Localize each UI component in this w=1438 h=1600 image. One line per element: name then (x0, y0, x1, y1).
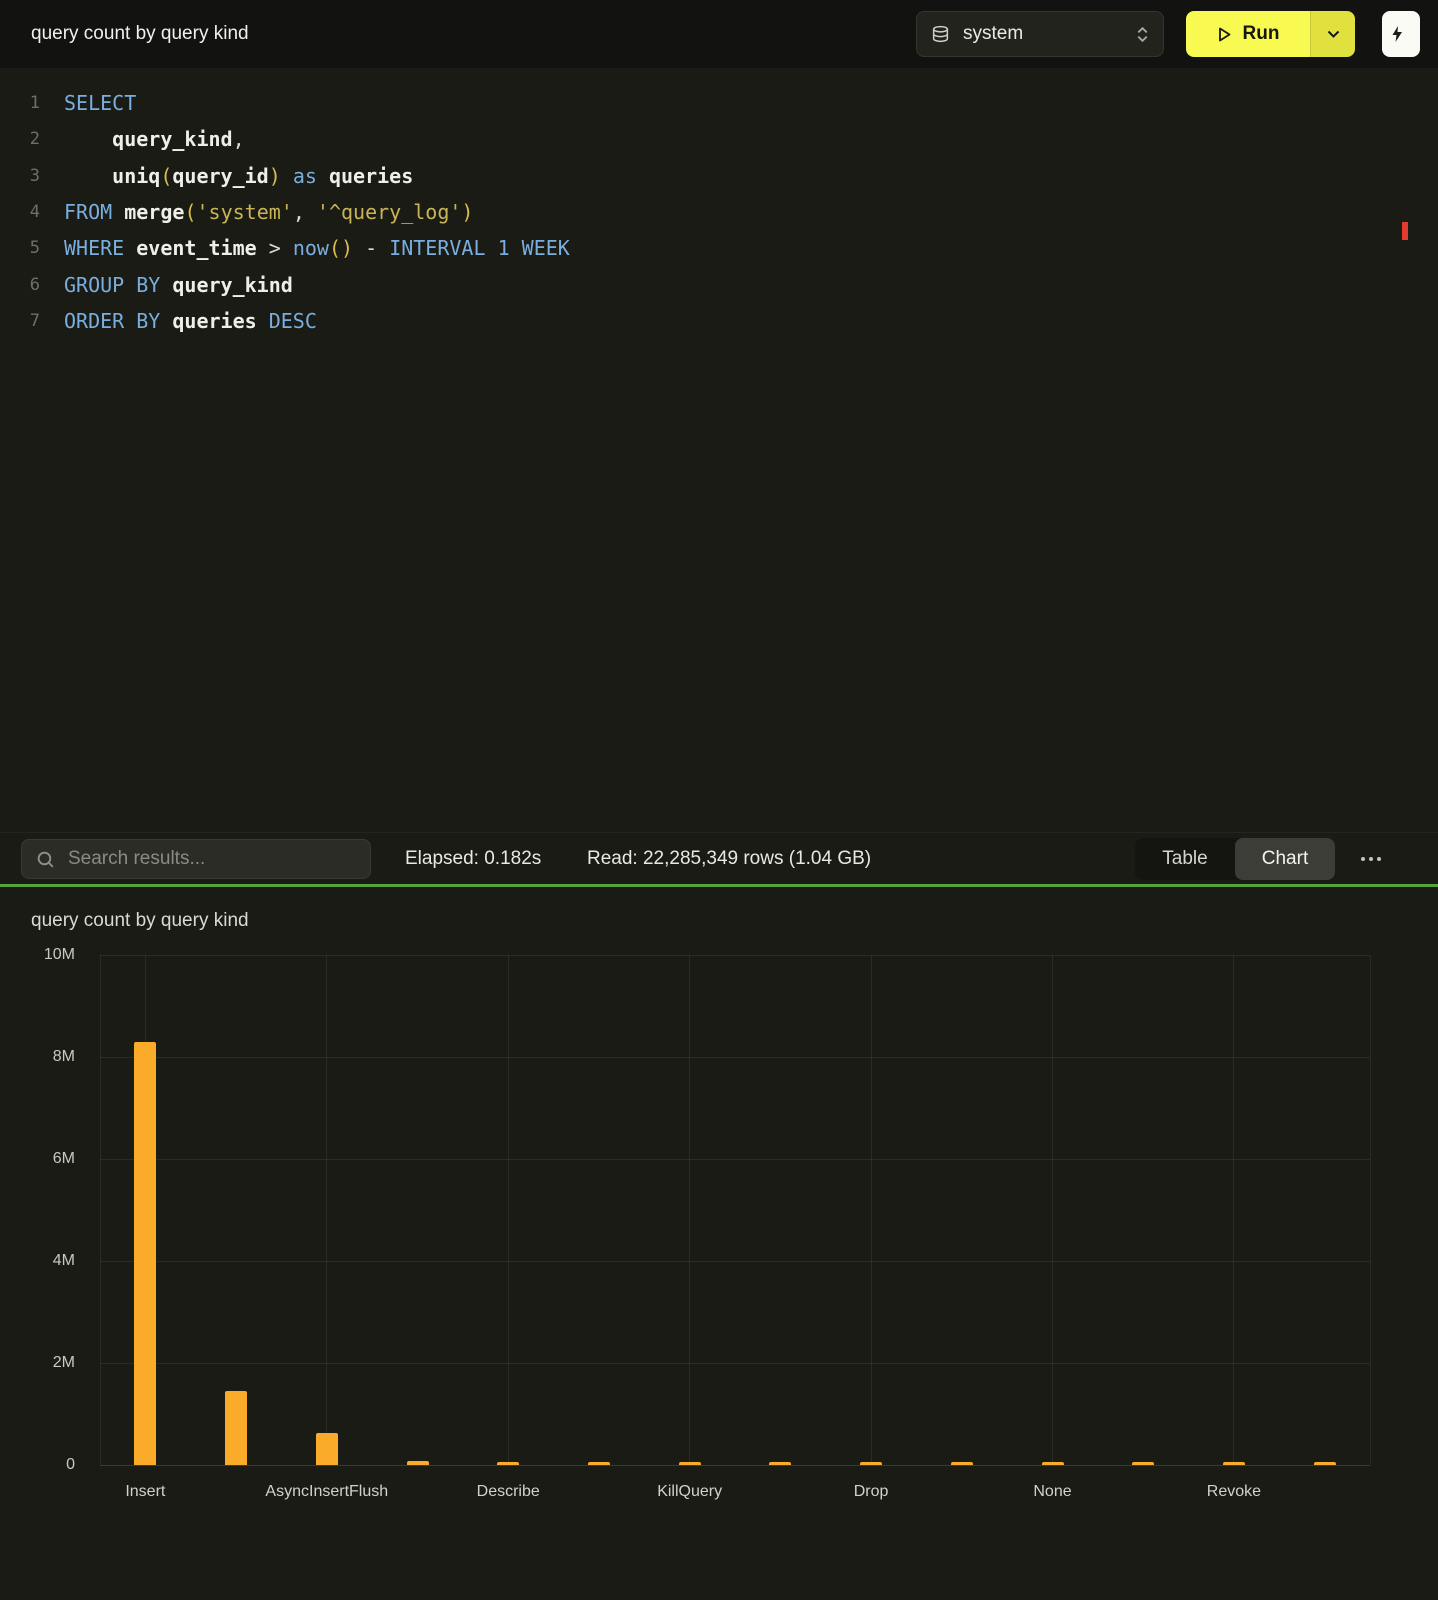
chart-bar (951, 1462, 973, 1465)
x-tick-label: None (1033, 1483, 1071, 1501)
database-icon (931, 25, 950, 44)
query-tab-title: query count by query kind (31, 0, 249, 68)
database-selector-value: system (963, 23, 1123, 45)
x-tick-label: KillQuery (657, 1483, 722, 1501)
gridline-v (326, 955, 327, 1465)
chart-bar (497, 1462, 519, 1465)
code-line: 3 uniq(query_id) as queries (0, 158, 1438, 194)
code-lines: 1SELECT2 query_kind,3 uniq(query_id) as … (0, 85, 1438, 339)
chart-bar (407, 1461, 429, 1465)
x-tick-label: Describe (477, 1483, 540, 1501)
read-rows-stat: Read: 22,285,349 rows (1.04 GB) (587, 833, 871, 885)
search-icon (36, 850, 55, 869)
line-number: 6 (0, 275, 40, 295)
sql-editor[interactable]: 1SELECT2 query_kind,3 uniq(query_id) as … (0, 68, 1438, 832)
gridline-v (508, 955, 509, 1465)
chart-title: query count by query kind (31, 910, 249, 932)
chart-bar (679, 1462, 701, 1465)
gridline-h (100, 955, 1370, 956)
chart-view-button[interactable]: Chart (1235, 838, 1335, 880)
chart-x-axis: Insert AsyncInsertFlush Describe KillQuery D… (100, 1483, 1370, 1513)
x-tick-label: AsyncInsertFlush (265, 1483, 388, 1501)
chart-bar (1223, 1462, 1245, 1465)
x-tick-label: Drop (854, 1483, 889, 1501)
table-view-button[interactable]: Table (1135, 838, 1235, 880)
line-number: 5 (0, 238, 40, 258)
sql-console: query count by query kind system (0, 0, 1438, 1600)
code-text: FROM merge('system', '^query_log') (40, 200, 473, 224)
chart-bar (588, 1462, 610, 1465)
chart-panel: query count by query kind 0 2M 4M 6M 8M 10M I… (0, 887, 1438, 1600)
search-results-box[interactable] (21, 839, 371, 879)
chart-bar (860, 1462, 882, 1465)
y-tick-label: 6M (53, 1150, 75, 1168)
gridline-h (100, 1363, 1370, 1364)
gridline-v (1233, 955, 1234, 1465)
gridline-v (1370, 955, 1371, 1465)
chart-bar (316, 1433, 338, 1465)
scrollbar-marker-red (1402, 222, 1408, 240)
chart-bar (134, 1042, 156, 1465)
x-tick-label: Revoke (1207, 1483, 1261, 1501)
code-text: GROUP BY query_kind (40, 273, 293, 297)
y-tick-label: 4M (53, 1252, 75, 1270)
line-number: 7 (0, 311, 40, 331)
chart-y-axis: 02M4M6M8M10M (15, 955, 75, 1465)
chart-bar (1314, 1462, 1336, 1465)
pin-button-partial[interactable] (1382, 11, 1420, 57)
gridline-v (689, 955, 690, 1465)
run-split-button: Run (1186, 11, 1355, 57)
code-line: 7ORDER BY queries DESC (0, 303, 1438, 339)
code-line: 2 query_kind, (0, 121, 1438, 157)
gridline-h (100, 1057, 1370, 1058)
more-options-button[interactable] (1356, 839, 1386, 879)
gridline-h (100, 1261, 1370, 1262)
chart-plot (100, 955, 1370, 1465)
code-text: SELECT (40, 91, 136, 115)
search-results-input[interactable] (66, 847, 356, 871)
line-number: 4 (0, 202, 40, 222)
topbar: query count by query kind system (0, 0, 1438, 68)
y-tick-label: 8M (53, 1048, 75, 1066)
lightning-icon (1390, 25, 1404, 43)
y-tick-label: 10M (44, 946, 75, 964)
code-text: query_kind, (40, 127, 245, 151)
chevron-updown-icon (1136, 25, 1149, 44)
line-number: 3 (0, 166, 40, 186)
code-line: 1SELECT (0, 85, 1438, 121)
y-tick-label: 0 (66, 1456, 75, 1474)
run-options-button[interactable] (1310, 11, 1355, 57)
code-line: 4FROM merge('system', '^query_log') (0, 194, 1438, 230)
gridline-v (100, 955, 101, 1465)
gridline-h (100, 1159, 1370, 1160)
chart-bar (1132, 1462, 1154, 1465)
x-tick-label: Insert (125, 1483, 165, 1501)
chart-bar (1042, 1462, 1064, 1465)
play-icon (1217, 26, 1232, 43)
code-text: ORDER BY queries DESC (40, 309, 317, 333)
line-number: 1 (0, 93, 40, 113)
results-toolbar: Elapsed: 0.182s Read: 22,285,349 rows (1… (0, 832, 1438, 884)
chart-bar (225, 1391, 247, 1465)
run-button[interactable]: Run (1186, 11, 1310, 57)
view-toggle: Table Chart (1135, 838, 1335, 880)
run-button-label: Run (1243, 23, 1280, 45)
code-text: uniq(query_id) as queries (40, 164, 413, 188)
code-line: 6GROUP BY query_kind (0, 266, 1438, 302)
line-number: 2 (0, 129, 40, 149)
database-selector[interactable]: system (916, 11, 1164, 57)
code-text: WHERE event_time > now() - INTERVAL 1 WE… (40, 236, 570, 260)
gridline-v (871, 955, 872, 1465)
chart-bar (769, 1462, 791, 1465)
y-tick-label: 2M (53, 1354, 75, 1372)
code-line: 5WHERE event_time > now() - INTERVAL 1 W… (0, 230, 1438, 266)
elapsed-stat: Elapsed: 0.182s (405, 833, 541, 885)
gridline-h (100, 1465, 1370, 1466)
chevron-down-icon (1327, 30, 1340, 39)
gridline-v (1052, 955, 1053, 1465)
